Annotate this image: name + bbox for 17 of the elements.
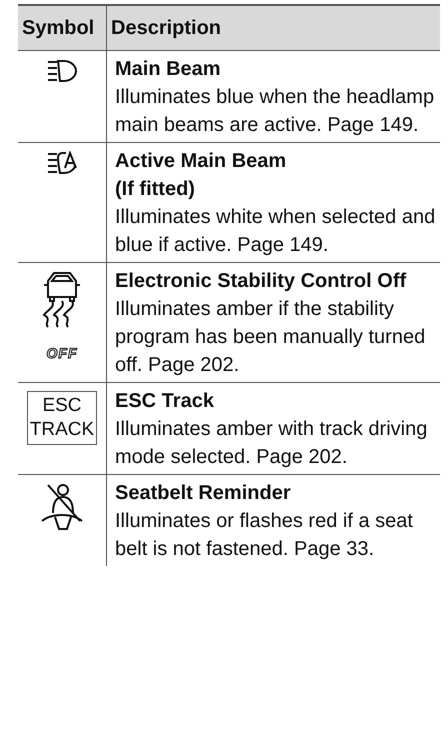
warning-description: Illuminates amber with track driving mode selected. Page 202. [115,417,428,470]
seatbelt-icon [40,483,84,531]
warning-description: Illuminates or flashes red if a seat belt is not fastened. Page 33. [115,509,414,562]
warning-description: Illuminates white when selected and blue if active. Page 149. [115,205,436,258]
warning-title: Main Beam [115,57,222,82]
warning-title: ESC Track [115,389,215,414]
warning-note: (If fitted) [115,177,196,202]
warning-title: Seatbelt Reminder [115,481,292,506]
esc-track-indicator: ESC TRACK [26,391,98,445]
column-header: Symbol [18,5,106,50]
warning-title: Active Main Beam [115,149,288,174]
warning-title: Electronic Stability Control Off [115,269,408,294]
warning-description: Illuminates blue when the headlamp main beams are active. Page 149. [115,85,436,138]
headlamp-beam-icon [47,59,77,83]
headlamp-beam-icon [47,151,77,175]
off-label: OFF [46,345,78,361]
warning-description: Illuminates amber if the stability program has been manually turned off. Page 202. [115,297,426,378]
